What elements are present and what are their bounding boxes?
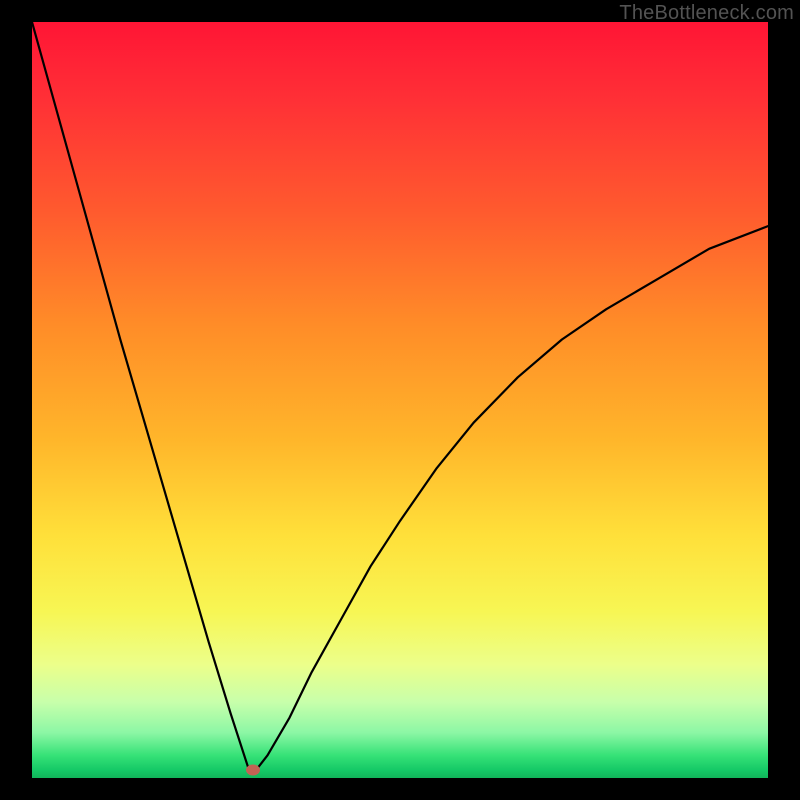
valley-marker [246,765,260,776]
plot-background [32,22,768,778]
chart-frame: TheBottleneck.com [0,0,800,800]
